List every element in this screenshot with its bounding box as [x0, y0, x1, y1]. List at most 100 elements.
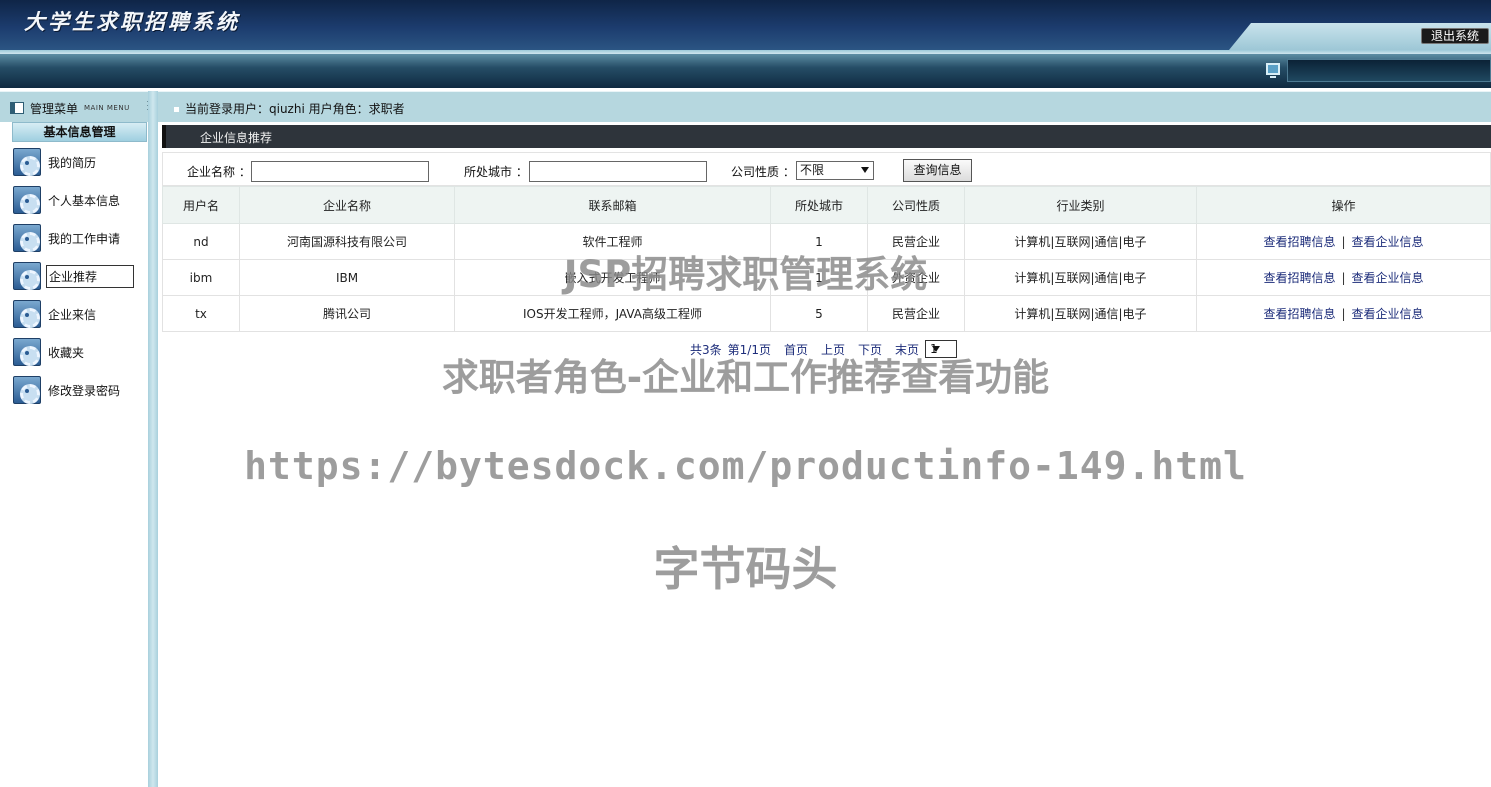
sidebar-item-label[interactable]: 收藏夹	[46, 342, 86, 363]
pager-last-link[interactable]: 末页	[895, 341, 919, 358]
pager-next-link[interactable]: 下页	[858, 341, 882, 358]
menu-title-en: MAIN MENU	[84, 104, 130, 112]
pagination: 共3条 第1/1页 首页 上页 下页 末页 1	[690, 340, 958, 358]
sidebar-item-favorites[interactable]: 收藏夹	[13, 337, 145, 367]
view-company-link[interactable]: 查看企业信息	[1352, 271, 1424, 285]
cell-actions: 查看招聘信息 | 查看企业信息	[1196, 259, 1491, 296]
view-company-link[interactable]: 查看企业信息	[1352, 235, 1424, 249]
section-header: 企业信息推荐	[162, 125, 1491, 148]
pager-page-info: 第1/1页	[727, 342, 771, 357]
view-jobs-link[interactable]: 查看招聘信息	[1263, 271, 1335, 285]
sidebar-item-job-applications[interactable]: 我的工作申请	[13, 223, 145, 253]
sidebar-item-label[interactable]: 企业推荐	[46, 264, 134, 288]
company-type-value: 不限	[800, 163, 825, 177]
page-title: 企业信息推荐	[200, 131, 273, 145]
table-header-row: 用户名 企业名称 联系邮箱 所处城市 公司性质 行业类别 操作	[162, 186, 1491, 224]
cell-city: 1	[770, 223, 868, 260]
view-company-link[interactable]: 查看企业信息	[1352, 307, 1424, 321]
pager-prev-link[interactable]: 上页	[821, 341, 845, 358]
cell-username: tx	[162, 295, 240, 332]
menu-header: 管理菜单 MAIN MENU	[10, 100, 130, 116]
action-separator: |	[1341, 235, 1346, 249]
sidebar-item-label[interactable]: 修改登录密码	[46, 380, 122, 401]
cell-email: IOS开发工程师，JAVA高级工程师	[454, 295, 771, 332]
sidebar-item-change-password[interactable]: 修改登录密码	[13, 375, 145, 405]
query-button[interactable]: 查询信息	[903, 159, 972, 182]
table-row: tx 腾讯公司 IOS开发工程师，JAVA高级工程师 5 民营企业 计算机|互联…	[162, 295, 1491, 332]
sidebar-item-label[interactable]: 我的简历	[46, 152, 98, 173]
view-jobs-link[interactable]: 查看招聘信息	[1263, 235, 1335, 249]
sidebar-item-company-recommend[interactable]: 企业推荐	[13, 261, 145, 291]
cell-industry: 计算机|互联网|通信|电子	[964, 259, 1197, 296]
cell-company-type: 民营企业	[867, 295, 965, 332]
sub-bar: 管理菜单 MAIN MENU 当前登录用户：qiuzhi 用户角色：求职者	[0, 91, 1491, 122]
cell-email: 软件工程师	[454, 223, 771, 260]
view-jobs-link[interactable]: 查看招聘信息	[1263, 307, 1335, 321]
gear-icon	[13, 262, 41, 290]
column-header: 公司性质	[867, 186, 965, 224]
menu-panel-icon	[10, 102, 24, 114]
gear-icon	[13, 338, 41, 366]
cell-city: 1	[770, 259, 868, 296]
sidebar-item-label[interactable]: 我的工作申请	[46, 228, 122, 249]
chevron-down-icon	[861, 167, 869, 173]
bullet-icon	[174, 107, 179, 112]
cell-username: ibm	[162, 259, 240, 296]
sidebar-item-resume[interactable]: 我的简历	[13, 147, 145, 177]
table-row: ibm IBM 嵌入式开发工程师 1 外资企业 计算机|互联网|通信|电子 查看…	[162, 259, 1491, 296]
gear-icon	[13, 186, 41, 214]
watermark-brand: 字节码头	[653, 542, 838, 596]
app-title: 大学生求职招聘系统	[24, 9, 240, 34]
company-type-select[interactable]: 不限	[796, 161, 874, 180]
sidebar-item-label[interactable]: 个人基本信息	[46, 190, 122, 211]
cell-company-type: 外资企业	[867, 259, 965, 296]
sidebar-item-label[interactable]: 企业来信	[46, 304, 98, 325]
column-header: 操作	[1196, 186, 1491, 224]
company-type-label: 公司性质 ：	[731, 165, 795, 179]
gear-icon	[13, 148, 41, 176]
city-input[interactable]	[529, 161, 707, 182]
sidebar-item-company-letters[interactable]: 企业来信	[13, 299, 145, 329]
gear-icon	[13, 376, 41, 404]
company-name-input[interactable]	[251, 161, 429, 182]
login-user-info: 当前登录用户：qiuzhi 用户角色：求职者	[174, 100, 405, 117]
company-table: 用户名 企业名称 联系邮箱 所处城市 公司性质 行业类别 操作 nd 河南国源科…	[162, 186, 1491, 332]
monitor-icon	[1266, 63, 1280, 78]
sidebar-item-personal-info[interactable]: 个人基本信息	[13, 185, 145, 215]
cell-email: 嵌入式开发工程师	[454, 259, 771, 296]
filter-bar: 企业名称 ： 所处城市 ： 公司性质 ： 不限 查询信息	[162, 152, 1491, 186]
cell-industry: 计算机|互联网|通信|电子	[964, 295, 1197, 332]
gear-icon	[13, 300, 41, 328]
column-header: 联系邮箱	[454, 186, 771, 224]
user-info-text: 当前登录用户：qiuzhi 用户角色：求职者	[185, 102, 405, 116]
column-header: 行业类别	[964, 186, 1197, 224]
gear-icon	[13, 224, 41, 252]
cell-company-name: 河南国源科技有限公司	[239, 223, 455, 260]
cell-company-type: 民营企业	[867, 223, 965, 260]
cell-company-name: 腾讯公司	[239, 295, 455, 332]
action-separator: |	[1341, 271, 1346, 285]
cell-username: nd	[162, 223, 240, 260]
column-header: 企业名称	[239, 186, 455, 224]
sidebar: 基本信息管理 我的简历 个人基本信息 我的工作申请 企业推荐 企业来信 收藏夹 …	[0, 122, 148, 787]
watermark-url: https://bytesdock.com/productinfo-149.ht…	[244, 444, 1247, 488]
toolbar-input[interactable]	[1287, 59, 1491, 82]
page-select[interactable]: 1	[925, 340, 958, 358]
chevron-down-icon	[932, 346, 941, 352]
table-row: nd 河南国源科技有限公司 软件工程师 1 民营企业 计算机|互联网|通信|电子…	[162, 223, 1491, 260]
pager-first-link[interactable]: 首页	[784, 341, 808, 358]
top-banner: 大学生求职招聘系统 退出系统	[0, 0, 1491, 50]
logout-button[interactable]: 退出系统	[1421, 28, 1489, 44]
company-name-label: 企业名称 ：	[187, 165, 251, 179]
column-header: 所处城市	[770, 186, 868, 224]
column-header: 用户名	[162, 186, 240, 224]
pager-count: 共3条	[690, 342, 722, 357]
sidebar-splitter[interactable]	[148, 91, 158, 787]
action-separator: |	[1341, 307, 1346, 321]
cell-company-name: IBM	[239, 259, 455, 296]
cell-industry: 计算机|互联网|通信|电子	[964, 223, 1197, 260]
sidebar-section-title[interactable]: 基本信息管理	[12, 122, 147, 142]
cell-actions: 查看招聘信息 | 查看企业信息	[1196, 295, 1491, 332]
cell-city: 5	[770, 295, 868, 332]
menu-title: 管理菜单	[30, 101, 79, 116]
